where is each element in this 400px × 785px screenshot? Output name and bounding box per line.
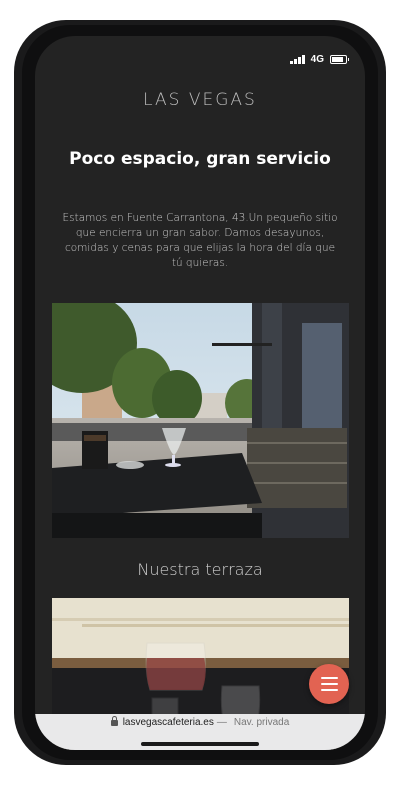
terrace-photo bbox=[52, 303, 349, 538]
url-text: lasvegascafeteria.es bbox=[122, 717, 214, 728]
network-label: 4G bbox=[310, 53, 324, 65]
site-logo[interactable]: LAS VEGAS bbox=[35, 90, 365, 110]
lock-icon bbox=[110, 716, 118, 726]
status-bar: 4G bbox=[290, 52, 349, 66]
menu-button[interactable] bbox=[309, 664, 349, 704]
browser-address-bar[interactable]: lasvegascafeteria.es — Nav. privada bbox=[35, 714, 365, 750]
hamburger-menu-icon bbox=[320, 676, 338, 680]
home-indicator[interactable] bbox=[141, 742, 259, 746]
page-headline: Poco espacio, gran servicio bbox=[69, 149, 331, 169]
signal-icon bbox=[290, 54, 305, 64]
section-title: Nuestra terraza bbox=[137, 560, 263, 579]
screen: 4G LAS VEGAS Poco espacio, gran servicio… bbox=[35, 36, 365, 750]
battery-level bbox=[332, 56, 344, 62]
battery-icon bbox=[330, 54, 349, 64]
intro-paragraph: Estamos en Fuente Carrantona, 43.Un pequ… bbox=[62, 212, 338, 269]
url-separator: — bbox=[216, 717, 227, 728]
private-mode-label: Nav. privada bbox=[233, 717, 290, 728]
